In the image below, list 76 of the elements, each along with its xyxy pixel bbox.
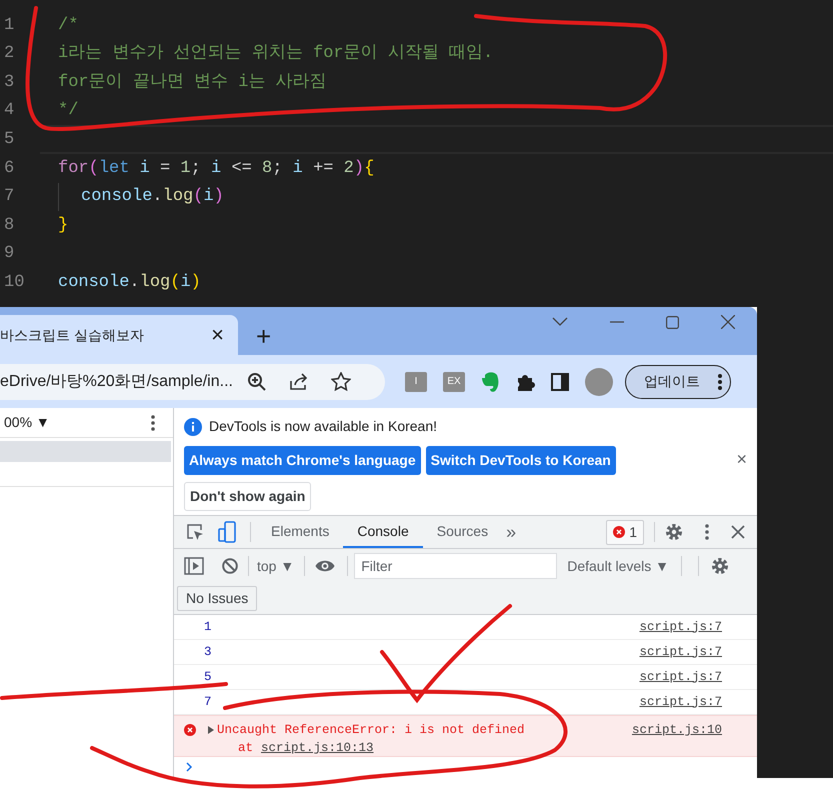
minimize-icon[interactable] (610, 321, 624, 323)
code-line: */ (58, 100, 78, 122)
source-link[interactable]: script.js:7 (639, 642, 722, 662)
infobar-button[interactable]: Switch DevTools to Korean (426, 446, 616, 475)
inspect-icon[interactable] (186, 523, 204, 541)
line-number: 9 (3, 243, 16, 266)
source-link[interactable]: script.js:7 (639, 692, 722, 712)
more-icon[interactable] (705, 524, 709, 540)
new-tab-button[interactable]: + (256, 323, 272, 349)
stack-trace-prefix: at (238, 740, 254, 757)
log-value: 7 (204, 694, 212, 711)
tab-title: 바스크립트 실습해보자 (0, 326, 144, 344)
more-tabs-button[interactable]: » (506, 518, 516, 546)
error-count-badge[interactable]: 1 (606, 520, 644, 544)
line-number: 4 (3, 100, 16, 122)
maximize-icon[interactable] (666, 316, 679, 328)
line-number: 1 (3, 14, 16, 37)
address-bar[interactable]: eDrive/바탕%20화면/sample/in... (0, 364, 385, 400)
log-value: 3 (204, 644, 212, 661)
code-line: for문이 끝나면 변수 i는 사라짐 (58, 72, 327, 94)
source-link[interactable]: script.js:7 (639, 668, 722, 686)
devtools-tab[interactable]: Elements (257, 516, 344, 548)
info-icon (184, 418, 202, 436)
infobar-button[interactable]: Don't show again (184, 482, 312, 511)
device-toolbar-icon[interactable] (218, 521, 236, 543)
eye-icon[interactable] (315, 559, 336, 573)
sidebar-toggle-icon[interactable] (184, 557, 204, 575)
line-number: 5 (3, 128, 16, 151)
issues-button[interactable]: No Issues (177, 586, 258, 611)
log-value: 1 (204, 618, 212, 636)
clear-icon[interactable] (222, 558, 238, 574)
close-icon[interactable] (721, 315, 735, 329)
expand-triangle-icon[interactable] (208, 726, 214, 734)
code-line: for(let i = 1; i <= 8; i += 2){ (58, 158, 374, 180)
zoom-dropdown[interactable]: 00% ▼ (4, 412, 50, 433)
settings-icon[interactable] (665, 523, 683, 541)
code-line: /* (58, 14, 78, 37)
error-message: Uncaught ReferenceError: i is not defined (217, 722, 525, 739)
devtools-tab[interactable]: Sources (422, 516, 502, 548)
browser-tab[interactable]: 바스크립트 실습해보자 × (0, 315, 238, 355)
line-number: 6 (3, 158, 16, 180)
zoom-icon[interactable] (246, 372, 267, 392)
context-dropdown[interactable]: top ▼ (257, 556, 294, 576)
source-link[interactable]: script.js:10:13 (261, 739, 374, 757)
chevron-down-icon[interactable] (552, 317, 568, 327)
line-number: 8 (3, 214, 16, 237)
infobar-message: DevTools is now available in Korean! (209, 417, 438, 436)
log-value: 5 (204, 668, 212, 686)
filter-field[interactable]: Filter (354, 553, 558, 579)
more-icon[interactable] (151, 414, 155, 430)
update-button[interactable]: 업데이트 (625, 364, 731, 398)
code-line: console.log(i) (58, 272, 201, 294)
code-line: i라는 변수가 선언되는 위치는 for문이 시작될 때임. (58, 43, 494, 66)
error-icon (613, 526, 626, 538)
line-number: 3 (3, 72, 16, 94)
share-icon[interactable] (288, 372, 309, 390)
infobar-button[interactable]: Always match Chrome's language (184, 446, 421, 475)
source-link[interactable]: script.js:7 (639, 618, 722, 636)
side-panel-icon[interactable] (551, 372, 569, 390)
line-number: 2 (3, 43, 16, 66)
levels-dropdown[interactable]: Default levels ▼ (567, 556, 670, 576)
settings-icon[interactable] (711, 557, 730, 575)
close-infobar-button[interactable]: × (736, 450, 747, 468)
star-icon[interactable] (330, 372, 351, 391)
more-icon (718, 374, 722, 390)
code-line: console.log(i) (81, 186, 224, 208)
code-line: } (58, 214, 68, 237)
error-icon (184, 724, 196, 736)
source-link[interactable]: script.js:10 (632, 721, 722, 756)
line-number: 10 (3, 272, 26, 294)
avatar-icon[interactable] (585, 368, 613, 396)
address-text: eDrive/바탕%20화면/sample/in... (0, 372, 233, 392)
close-tab-button[interactable]: × (211, 324, 224, 346)
prompt-chevron-icon (186, 762, 193, 772)
line-number: 7 (3, 186, 16, 208)
close-icon[interactable] (731, 525, 745, 539)
